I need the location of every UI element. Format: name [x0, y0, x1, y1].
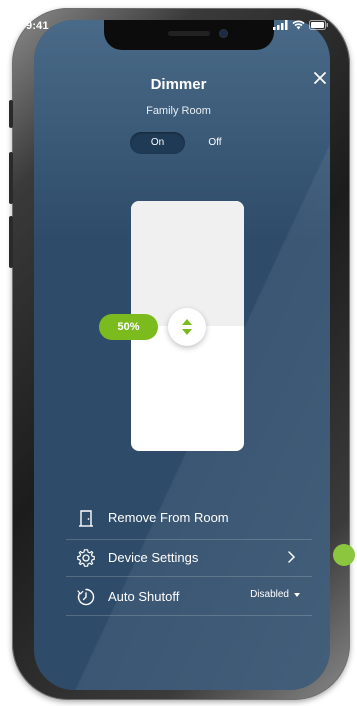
speaker-grille	[168, 31, 210, 36]
power-toggle: On Off	[130, 132, 250, 154]
caret-down-icon	[294, 592, 300, 597]
hotspot-indicator[interactable]	[333, 544, 355, 566]
auto-shutoff-value: Disabled	[250, 589, 289, 600]
page-title: Dimmer	[150, 76, 207, 93]
level-percentage-badge: 50%	[99, 314, 158, 340]
up-down-arrows-icon	[182, 319, 192, 335]
auto-shutoff-label: Auto Shutoff	[108, 589, 180, 604]
wifi-icon	[292, 20, 305, 30]
divider	[66, 615, 312, 616]
divider	[66, 539, 312, 540]
remove-from-room-label: Remove From Room	[108, 510, 229, 525]
gear-icon	[77, 549, 95, 567]
volume-up-button	[9, 152, 13, 204]
dimmer-handle[interactable]	[168, 308, 206, 346]
battery-icon	[309, 20, 328, 30]
auto-shutoff-select[interactable]: Disabled	[250, 589, 300, 600]
notch	[104, 20, 274, 50]
signal-icon	[273, 20, 288, 30]
front-camera	[220, 30, 227, 37]
device-settings-row[interactable]: Device Settings	[66, 539, 312, 577]
toggle-on-option[interactable]: On	[130, 132, 185, 154]
status-icons	[273, 20, 329, 30]
close-button[interactable]	[309, 67, 331, 89]
timer-icon	[77, 588, 95, 606]
volume-down-button	[9, 216, 13, 268]
auto-shutoff-row[interactable]: Auto Shutoff Disabled	[66, 578, 312, 616]
close-icon	[314, 72, 326, 84]
toggle-off-option[interactable]: Off	[190, 132, 240, 154]
status-time: 9:41	[26, 20, 49, 32]
divider	[66, 576, 312, 577]
device-settings-label: Device Settings	[108, 550, 199, 565]
room-subtitle: Family Room	[146, 105, 211, 117]
door-icon	[79, 510, 93, 527]
chevron-right-icon	[288, 551, 296, 563]
remove-from-room-row[interactable]: Remove From Room	[66, 499, 312, 537]
